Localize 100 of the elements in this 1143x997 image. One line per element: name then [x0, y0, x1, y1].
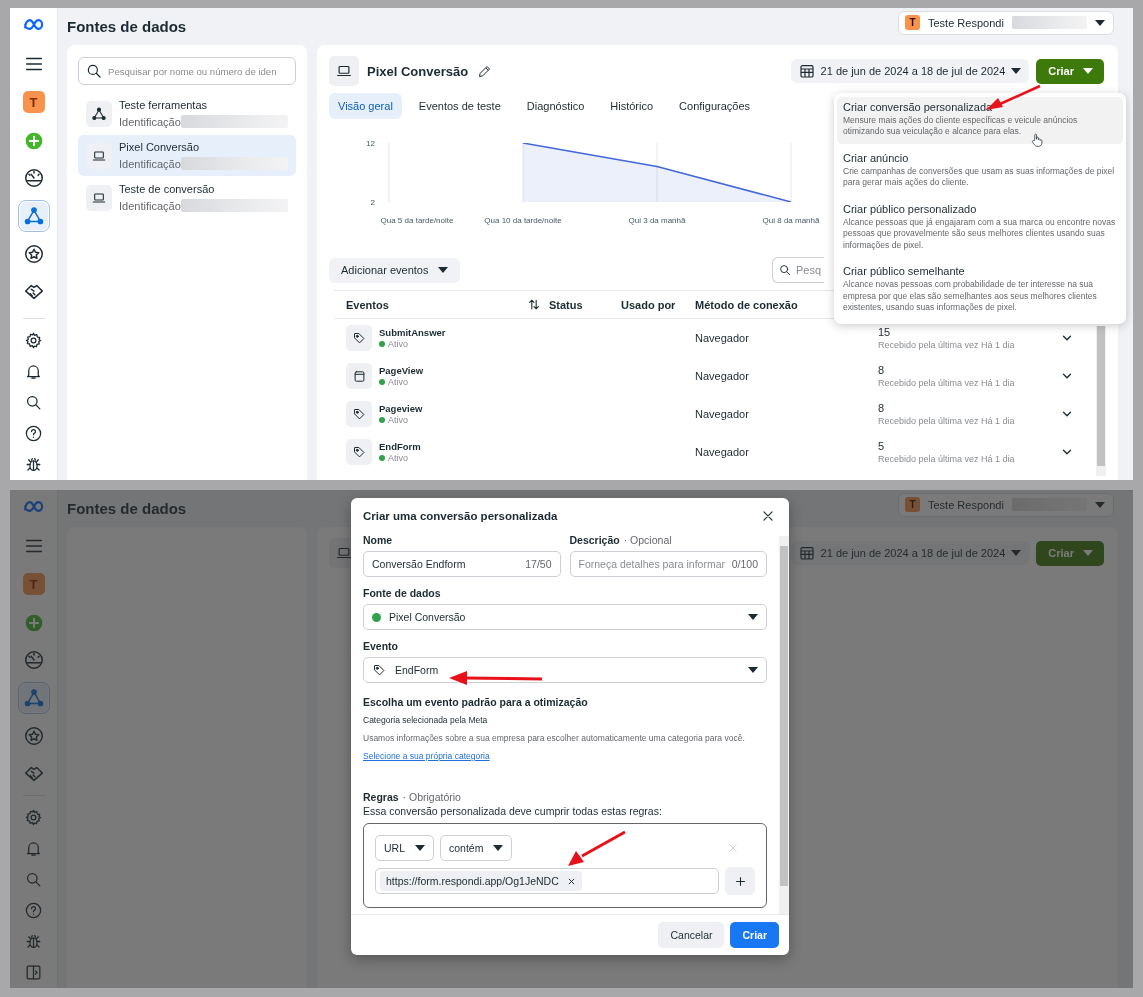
close-icon[interactable] [566, 876, 576, 886]
menu-item-title: Criar conversão personalizada [843, 101, 994, 113]
explanation-text: Usamos informações sobre a sua empresa para escolher automaticamente uma categoria para você. [363, 733, 746, 743]
tab[interactable]: Histórico [601, 93, 663, 119]
network-icon[interactable] [19, 684, 48, 712]
search-input[interactable]: Pesq [796, 264, 824, 276]
column-header[interactable]: Usado por [621, 298, 695, 311]
close-icon[interactable] [761, 509, 775, 523]
x-tick-label: Qua 5 da tarde/noite [380, 216, 454, 225]
network-icon [91, 105, 107, 122]
meta-logo[interactable] [22, 499, 45, 514]
optional-note: · Opcional [623, 534, 672, 546]
menu-item[interactable]: Criar conversão personalizada Mensure mais ações do cliente específicas e veicule anúncios otimizando sua veiculação e alcance para elas. [837, 97, 1123, 144]
caret-icon [1011, 68, 1022, 74]
column-header[interactable]: Eventos [334, 298, 519, 311]
category-text: Categoria selecionada pela Meta [363, 715, 489, 725]
character-counter: 0/100 [731, 558, 758, 570]
caret-icon [438, 267, 449, 273]
source-name: Teste ferramentas [119, 99, 209, 111]
category-link[interactable]: Selecione a sua própria categoria [363, 751, 490, 761]
add-events-button[interactable]: Adicionar eventos [329, 257, 461, 283]
field-label: Evento [363, 640, 399, 652]
status-dot [379, 341, 385, 347]
source-item[interactable]: Pixel Conversão Identificação [78, 135, 296, 176]
table-cell-text: Navegador [695, 446, 750, 458]
menu-item[interactable]: Criar anúncio Crie campanhas de conversões que usam as suas informações de pixel para gerar mais ações do cliente. [837, 147, 1123, 195]
table-cell-text: Navegador [695, 332, 750, 344]
event-name: PageView [379, 365, 424, 376]
meta-logo[interactable] [22, 17, 45, 32]
pixel-title: Pixel Conversão [367, 63, 469, 79]
dialog-title: Criar uma conversão personalizada [363, 510, 559, 522]
create-button[interactable]: Criar [730, 922, 779, 948]
status-dot [379, 379, 385, 385]
search-icon [778, 262, 792, 278]
url-value-field[interactable]: https://form.respondi.app/Og1JeNDC [375, 868, 719, 894]
status-dot [379, 417, 385, 423]
event-dropdown[interactable]: EndForm [363, 657, 767, 683]
scrollbar[interactable] [779, 536, 789, 914]
source-name: Pixel Conversão [119, 141, 201, 153]
description-input[interactable]: Forneça detalhes para informar [578, 558, 726, 570]
account-avatar: T [905, 497, 920, 512]
name-field[interactable]: Conversão Endform 17/50 [363, 551, 561, 577]
required-note: · Obrigatório [402, 791, 461, 803]
tag-icon [351, 406, 367, 422]
x-tick-label: Qui 8 da manhã [762, 216, 820, 225]
rule-operator-dropdown[interactable]: contém [440, 835, 513, 861]
calendar-icon [798, 63, 815, 79]
caret-icon [1011, 550, 1022, 556]
description-field[interactable]: Forneça detalhes para informar 0/100 [569, 551, 767, 577]
table-cell-text: Navegador [695, 408, 750, 420]
x-tick-label: Qui 3 da manhã [628, 216, 686, 225]
scrollbar[interactable] [1096, 326, 1106, 476]
data-source-dropdown[interactable]: Pixel Conversão [363, 604, 767, 630]
calendar-icon [798, 545, 815, 561]
field-label: Fonte de dados [363, 587, 442, 599]
menu-item[interactable]: Criar público semelhante Alcance novas pessoas com probabilidade de ter interesse na sua empresa por que elas são semelhantes aos seus melhores clientes existentes, usando suas informações de pixel. [837, 261, 1123, 320]
menu-item-description: Crie campanhas de conversões que usam as suas informações de pixel para gerar mais ações do cliente. [843, 165, 1116, 189]
event-status: Ativo [388, 339, 408, 349]
menu-item-description: Mensure mais ações do cliente específicas e veicule anúncios otimizando sua veiculação e alcance para elas. [843, 115, 1079, 138]
status-dot [372, 612, 381, 622]
last-received-text: Recebido pela última vez Há 1 dia [878, 378, 1016, 388]
table-cell-text: Navegador [695, 370, 750, 382]
event-status: Ativo [388, 453, 408, 463]
tab[interactable]: Visão geral [329, 93, 402, 119]
menu-item-description: Alcance novas pessoas com probabilidade de ter interesse na sua empresa por que elas são semelhantes aos seus melhores clientes existentes, usando suas informações de pixel. [843, 279, 1098, 314]
event-count: 8 [878, 402, 886, 414]
account-avatar[interactable]: T [22, 91, 45, 113]
field-label: Descrição [569, 534, 620, 546]
menu-item[interactable]: Criar público personalizado Alcance pessoas que já engajaram com a sua marca ou encontre novas pessoas que provavelmente são seus melhores clientes usando suas informações de pixel. [837, 198, 1123, 258]
event-count: 8 [878, 364, 886, 376]
section-heading: Escolha um evento padrão para a otimização [363, 696, 589, 708]
search-field[interactable]: Pesq [772, 257, 824, 283]
date-range-button[interactable]: 21 de jun de 2024 a 18 de jul de 2024 [790, 59, 1030, 83]
search-field[interactable]: Pesquisar por nome ou número de iden [78, 57, 296, 85]
pencil-icon[interactable] [477, 63, 493, 79]
rule-field-dropdown[interactable]: URL [375, 835, 434, 861]
menu-item-description: Alcance pessoas que já engajaram com a sua marca ou encontre novas pessoas que provavelmente são seus melhores clientes usando suas informações de pixel. [843, 216, 1117, 252]
tab[interactable]: Configurações [670, 93, 759, 119]
annotation-arrow [568, 830, 626, 866]
tag-icon [372, 662, 387, 678]
tag-icon [351, 444, 367, 460]
menu-item-title: Criar anúncio [843, 151, 910, 164]
tab[interactable]: Eventos de teste [409, 93, 510, 119]
plus-icon [733, 874, 747, 888]
y-tick-label: 2 [370, 198, 375, 207]
source-item[interactable]: Teste ferramentas Identificação [78, 93, 296, 134]
cancel-button[interactable]: Cancelar [658, 922, 725, 948]
network-icon[interactable] [19, 202, 48, 230]
url-chip-text: https://form.respondi.app/Og1JeNDC [386, 875, 559, 887]
account-selector[interactable]: T Teste Respondi [898, 10, 1114, 35]
name-value: Conversão Endform [372, 558, 467, 570]
column-header[interactable]: Status [549, 298, 621, 311]
source-item[interactable]: Teste de conversão Identificação [78, 177, 296, 218]
page-icon [351, 368, 367, 384]
caret-icon [1095, 19, 1105, 26]
create-button[interactable]: Criar [1036, 58, 1104, 84]
caret-icon [415, 845, 425, 851]
field-label: Nome [363, 534, 394, 546]
tab[interactable]: Diagnóstico [517, 93, 594, 119]
last-received-text: Recebido pela última vez Há 1 dia [878, 454, 1016, 464]
